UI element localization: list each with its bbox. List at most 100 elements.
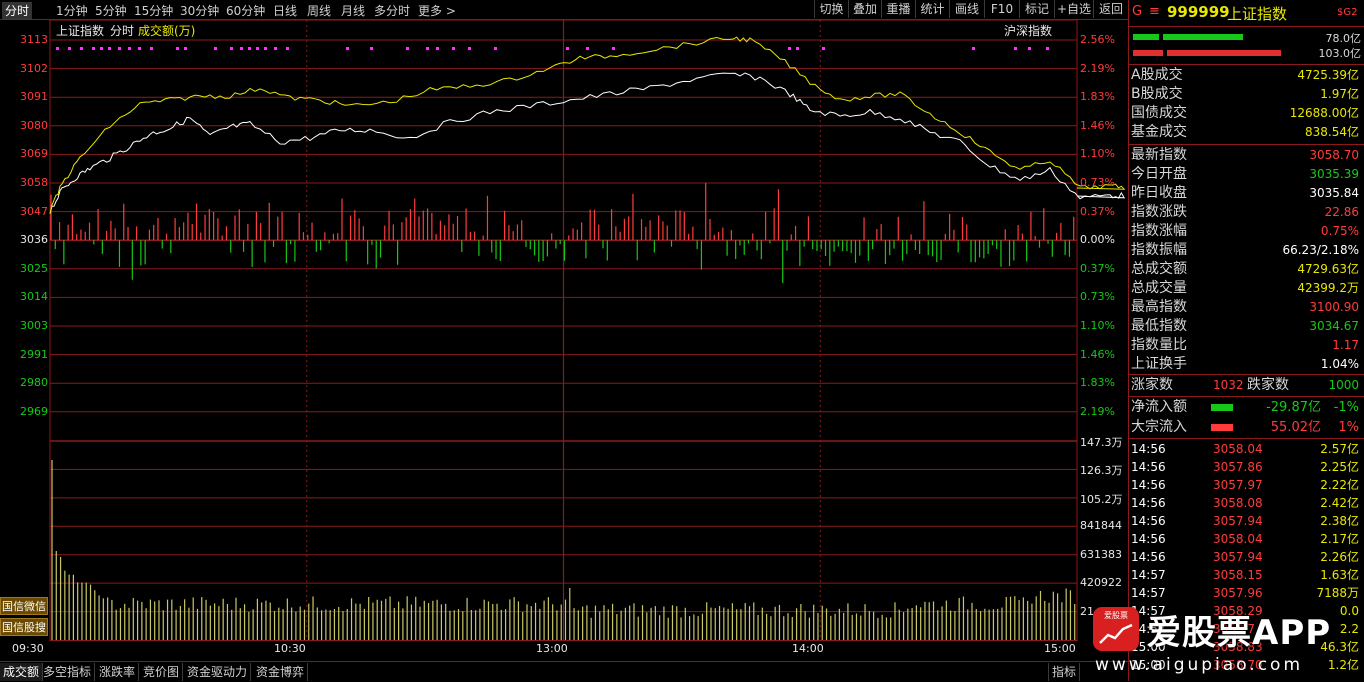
price-tick-label: 2969	[20, 404, 48, 418]
volume-tick-label: 841844	[1080, 519, 1122, 533]
signal-dot	[184, 47, 187, 50]
mark-button[interactable]: 标记	[1019, 0, 1054, 18]
index-stat-label: 总成交量	[1131, 280, 1187, 296]
turnover-stat-row: 基金成交 838.54亿	[1131, 123, 1361, 142]
tick-volume: 2.17亿	[1320, 532, 1359, 546]
tick-volume: 2.26亿	[1320, 550, 1359, 564]
period-tab-multi[interactable]: 多分时	[374, 2, 410, 19]
index-stat-value: 0.75%	[1320, 224, 1359, 238]
tick-volume: 2.25亿	[1320, 460, 1359, 474]
tick-row[interactable]: 14:56 3058.08 2.42亿	[1131, 494, 1361, 512]
index-stat-value: 3058.70	[1309, 148, 1359, 162]
intraday-chart[interactable]	[0, 20, 1128, 661]
pct-tick-label: 1.10%	[1080, 147, 1115, 161]
tick-volume: 2.38亿	[1320, 514, 1359, 528]
index-stat-row: 指数涨跌 22.86	[1131, 203, 1361, 222]
fund-flow-bar	[1211, 404, 1233, 411]
turnover-stat-label: 国债成交	[1131, 105, 1187, 121]
period-tab-day[interactable]: 日线	[273, 2, 297, 19]
index-stat-row: 上证换手 1.04%	[1131, 355, 1361, 374]
tab-auction-chart[interactable]: 竞价图	[140, 663, 184, 681]
tick-price: 3058.04	[1213, 442, 1263, 456]
period-tab-5min[interactable]: 5分钟	[95, 2, 127, 19]
period-tab-15min[interactable]: 15分钟	[134, 2, 173, 19]
chart-indicator-label: 成交额(万)	[138, 24, 196, 38]
price-tick-label: 3047	[20, 204, 48, 218]
period-tab-60min[interactable]: 60分钟	[226, 2, 265, 19]
index-stat-label: 最低指数	[1131, 318, 1187, 334]
period-tab-30min[interactable]: 30分钟	[180, 2, 219, 19]
tab-long-short[interactable]: 多空指标	[40, 663, 96, 681]
signal-dot	[108, 47, 111, 50]
index-stat-row: 最高指数 3100.90	[1131, 298, 1361, 317]
volume-tick-label: 147.3万	[1080, 436, 1123, 449]
overlay-button[interactable]: 叠加	[848, 0, 881, 18]
switch-button[interactable]: 切换	[814, 0, 848, 18]
group-badge: $G2	[1337, 7, 1358, 18]
quote-panel: G ≡ 999999 上证指数 $G2 78.0亿 103.0亿 A股成交 472…	[1093, 0, 1364, 681]
tick-row[interactable]: 14:56 3057.86 2.25亿	[1131, 458, 1361, 476]
pct-tick-label: 0.00%	[1080, 233, 1115, 247]
tick-volume: 2.57亿	[1320, 442, 1359, 456]
price-tick-label: 2991	[20, 347, 48, 361]
index-stat-label: 总成交额	[1131, 261, 1187, 277]
period-tab-more[interactable]: 更多 >	[418, 2, 456, 19]
index-stat-row: 今日开盘 3035.39	[1131, 165, 1361, 184]
tab-turnover[interactable]: 成交额	[0, 663, 44, 681]
add-watchlist-button[interactable]: +自选	[1054, 0, 1093, 18]
index-stat-label: 指数量比	[1131, 337, 1187, 353]
tick-time: 14:56	[1131, 550, 1166, 564]
index-stat-label: 最新指数	[1131, 147, 1187, 163]
divider	[1129, 144, 1364, 145]
price-tick-label: 3091	[20, 90, 48, 104]
tick-volume: 7188万	[1316, 586, 1359, 600]
tick-row[interactable]: 14:56 3058.04 2.57亿	[1131, 440, 1361, 458]
guoxin-search-button[interactable]: 国信股搜	[0, 618, 48, 636]
divider	[1129, 438, 1364, 439]
draw-line-button[interactable]: 画线	[949, 0, 984, 18]
advance-decline-row: 涨家数 1032 跌家数 1000	[1131, 376, 1361, 395]
intraday-chart-area[interactable]: 上证指数 分时 成交额(万) 沪深指数 3113 3102 3091 3080 3069…	[0, 20, 1128, 661]
watermark-brand: 爱股票APP	[1147, 613, 1332, 653]
turnover-stat-label: B股成交	[1131, 86, 1183, 102]
signal-dot	[436, 47, 439, 50]
guoxin-wechat-button[interactable]: 国信微信	[0, 597, 48, 615]
compare-index-name: 沪深指数	[1004, 24, 1053, 38]
tab-rise-fall-rate[interactable]: 涨跌率	[96, 663, 140, 681]
signal-dot	[274, 47, 277, 50]
tab-capital-drive[interactable]: 资金驱动力	[184, 663, 252, 681]
period-tab-week[interactable]: 周线	[307, 2, 331, 19]
pct-tick-label: 1.83%	[1080, 90, 1115, 104]
signal-dot	[1046, 47, 1049, 50]
menu-icon[interactable]: ≡	[1149, 4, 1160, 19]
signal-dot	[788, 47, 791, 50]
tick-row[interactable]: 14:56 3057.94 2.26亿	[1131, 548, 1361, 566]
tick-row[interactable]: 14:57 3058.15 1.63亿	[1131, 566, 1361, 584]
time-tick-label: 13:00	[536, 642, 568, 655]
signal-dot	[972, 47, 975, 50]
tick-row[interactable]: 14:56 3058.04 2.17亿	[1131, 530, 1361, 548]
tick-row[interactable]: 14:57 3057.96 7188万	[1131, 584, 1361, 602]
period-tab-month[interactable]: 月线	[341, 2, 365, 19]
back-button[interactable]: 返回	[1093, 0, 1128, 18]
stats-button[interactable]: 统计	[915, 0, 949, 18]
price-tick-label: 3014	[20, 290, 48, 304]
volume-tick-label: 420922	[1080, 576, 1122, 590]
signal-dot	[138, 47, 141, 50]
tick-volume: 1.63亿	[1320, 568, 1359, 582]
signal-dot	[370, 47, 373, 50]
tab-indicator[interactable]: 指标	[1048, 663, 1081, 681]
f10-button[interactable]: F10	[984, 0, 1019, 18]
pct-tick-label: 1.46%	[1080, 118, 1115, 132]
tick-row[interactable]: 14:56 3057.94 2.38亿	[1131, 512, 1361, 530]
signal-dot	[80, 47, 83, 50]
replay-button[interactable]: 重播	[881, 0, 915, 18]
tick-row[interactable]: 14:56 3057.97 2.22亿	[1131, 476, 1361, 494]
time-tick-label: 14:00	[792, 642, 824, 655]
pct-tick-label: 0.73%	[1080, 176, 1115, 189]
indicator-tabs: 成交额 多空指标 涨跌率 竞价图 资金驱动力 资金博弈 指标	[0, 661, 1128, 682]
tab-capital-game[interactable]: 资金博弈	[253, 663, 309, 681]
period-tab-1min[interactable]: 1分钟	[56, 2, 88, 19]
down-count-value: 1000	[1328, 378, 1359, 392]
period-tab-fenshi[interactable]: 分时	[2, 2, 33, 19]
